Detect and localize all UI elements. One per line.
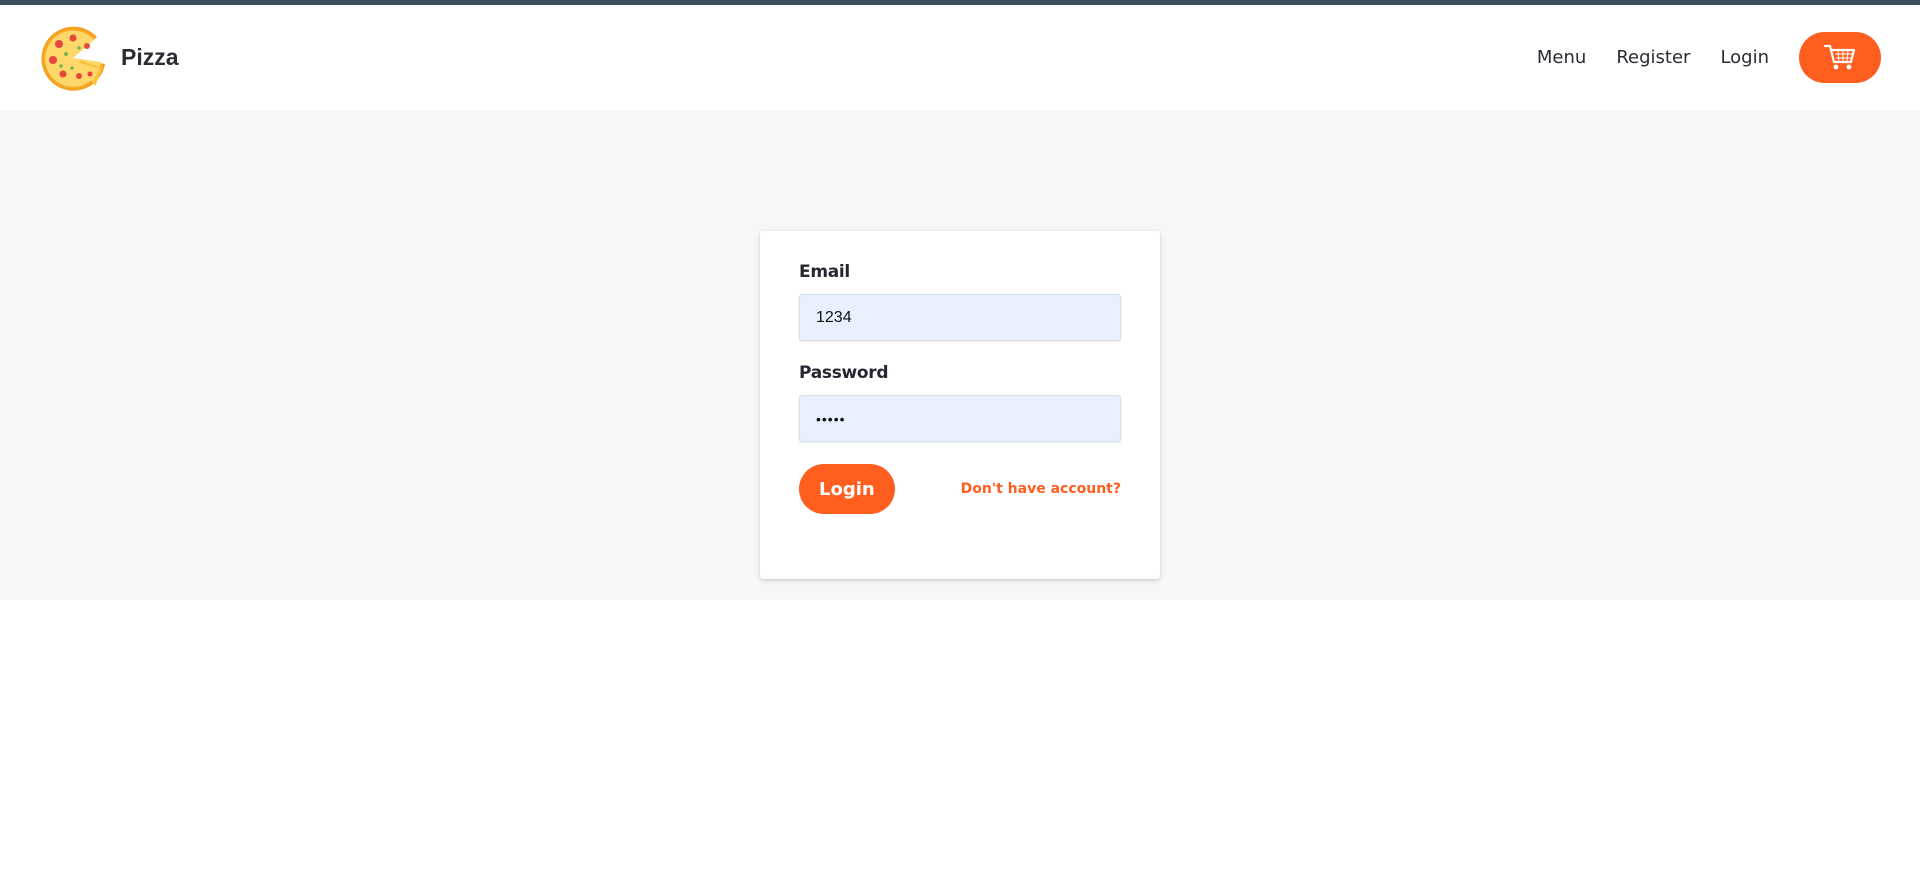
cart-button[interactable] [1799,32,1881,83]
email-field-group: Email [799,262,1121,341]
password-label: Password [799,363,889,383]
nav-link-register[interactable]: Register [1616,47,1690,68]
register-link[interactable]: Don't have account? [961,481,1121,497]
login-form-card: Email Password Login Don't have account? [760,231,1160,579]
pizza-logo-icon [41,26,105,91]
brand-name: Pizza [121,44,179,70]
password-field-group: Password [799,363,1121,442]
nav-link-login[interactable]: Login [1720,47,1769,68]
email-label: Email [799,262,850,282]
password-field[interactable] [799,395,1121,442]
login-button[interactable]: Login [799,464,895,514]
navbar: Pizza Menu Register Login [0,5,1920,110]
nav-link-menu[interactable]: Menu [1537,47,1586,68]
main-nav: Menu Register Login [1537,32,1881,83]
email-field[interactable] [799,294,1121,341]
form-actions: Login Don't have account? [799,464,1121,514]
shopping-cart-icon [1824,44,1856,69]
brand-home-link[interactable]: Pizza [39,24,179,92]
